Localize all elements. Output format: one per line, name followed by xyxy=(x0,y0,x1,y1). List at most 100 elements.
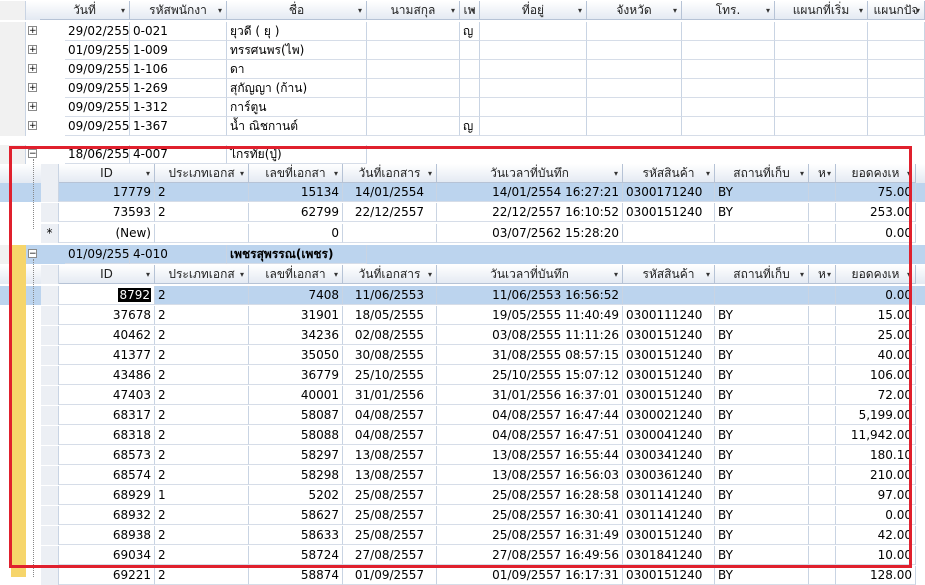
main-emp-cell[interactable]: 0-021 xyxy=(130,22,227,41)
main-name-cell[interactable]: การ์ตูน xyxy=(227,98,367,117)
main-col-header-6[interactable]: จังหวัด ▾ xyxy=(587,1,682,20)
h-cell[interactable] xyxy=(809,446,836,465)
location-cell[interactable]: BY xyxy=(715,326,809,345)
timestamp-cell[interactable]: 22/12/2557 16:10:52 xyxy=(437,203,623,222)
record-selector[interactable] xyxy=(41,546,59,565)
main-emp-cell[interactable]: 1-269 xyxy=(130,79,227,98)
dropdown-arrow-icon[interactable]: ▾ xyxy=(706,265,710,283)
main-cell[interactable] xyxy=(460,79,480,98)
doc-no-cell[interactable]: 62799 xyxy=(249,203,343,222)
sub-col-header-3[interactable]: วันที่เอกสาร ▾ xyxy=(343,164,437,183)
expand-plus-icon[interactable]: + xyxy=(28,64,37,74)
sku-cell[interactable]: 0300151240 xyxy=(623,326,715,345)
doc-date-cell[interactable]: 04/08/2557 xyxy=(343,406,437,425)
doc-type-cell[interactable]: 2 xyxy=(155,406,249,425)
record-selector[interactable] xyxy=(41,306,59,325)
main-name-cell[interactable]: ทรรศนพร(ไพ) xyxy=(227,41,367,60)
main-cell[interactable] xyxy=(868,22,925,41)
doc-date-cell[interactable]: 25/10/2555 xyxy=(343,366,437,385)
main-cell[interactable] xyxy=(480,98,587,117)
timestamp-cell[interactable]: 03/08/2555 11:11:26 xyxy=(437,326,623,345)
doc-no-cell[interactable]: 58088 xyxy=(249,426,343,445)
doc-no-cell[interactable]: 40001 xyxy=(249,386,343,405)
balance-cell[interactable]: 15.00 xyxy=(836,306,916,325)
doc-type-cell[interactable]: 2 xyxy=(155,183,249,202)
location-cell[interactable]: BY xyxy=(715,406,809,425)
doc-type-cell[interactable]: 2 xyxy=(155,426,249,445)
main-col-header-2[interactable]: ชื่อ ▾ xyxy=(227,1,367,20)
sub-col-header-8[interactable]: ยอดคงเห ▾ xyxy=(836,265,916,284)
sub-col-header-7[interactable]: ห ▾ xyxy=(809,265,836,284)
h-cell[interactable] xyxy=(809,406,836,425)
balance-cell[interactable]: 97.00 xyxy=(836,486,916,505)
main-cell[interactable] xyxy=(480,60,587,79)
timestamp-cell[interactable]: 25/08/2557 16:30:41 xyxy=(437,506,623,525)
sku-cell[interactable] xyxy=(623,224,715,243)
h-cell[interactable] xyxy=(809,486,836,505)
sub-col-header-7[interactable]: ห ▾ xyxy=(809,164,836,183)
dropdown-arrow-icon[interactable]: ▾ xyxy=(614,265,618,283)
id-cell[interactable]: 68573 xyxy=(59,446,155,465)
timestamp-cell[interactable]: 13/08/2557 16:56:03 xyxy=(437,466,623,485)
doc-date-cell[interactable]: 30/08/2555 xyxy=(343,346,437,365)
record-selector[interactable] xyxy=(41,426,59,445)
main-cell[interactable] xyxy=(587,98,682,117)
location-cell[interactable]: BY xyxy=(715,466,809,485)
main-cell[interactable] xyxy=(460,41,480,60)
h-cell[interactable] xyxy=(809,326,836,345)
sku-cell[interactable]: 0300151240 xyxy=(623,526,715,545)
dropdown-arrow-icon[interactable]: ▾ xyxy=(800,164,804,182)
dropdown-arrow-icon[interactable]: ▾ xyxy=(358,1,362,19)
h-cell[interactable] xyxy=(809,346,836,365)
main-cell[interactable] xyxy=(775,22,868,41)
location-cell[interactable]: BY xyxy=(715,346,809,365)
sub-col-header-0[interactable]: ID ▾ xyxy=(59,164,155,183)
doc-type-cell[interactable]: 2 xyxy=(155,386,249,405)
balance-cell[interactable]: 11,942.00 xyxy=(836,426,916,445)
main-cell[interactable] xyxy=(868,117,925,136)
dropdown-arrow-icon[interactable]: ▾ xyxy=(451,1,455,19)
sku-cell[interactable]: 0300151240 xyxy=(623,203,715,222)
doc-date-cell[interactable]: 11/06/2553 xyxy=(343,286,437,305)
main-cell[interactable] xyxy=(367,41,460,60)
record-selector[interactable] xyxy=(41,526,59,545)
main-cell[interactable] xyxy=(367,117,460,136)
dropdown-arrow-icon[interactable]: ▾ xyxy=(471,1,475,19)
main-cell[interactable] xyxy=(367,79,460,98)
doc-date-cell[interactable]: 31/01/2556 xyxy=(343,386,437,405)
dropdown-arrow-icon[interactable]: ▾ xyxy=(334,164,338,182)
main-cell[interactable] xyxy=(480,22,587,41)
dropdown-arrow-icon[interactable]: ▾ xyxy=(146,265,150,283)
main-cell[interactable] xyxy=(682,41,775,60)
main-cell[interactable] xyxy=(775,60,868,79)
id-cell[interactable]: (New) xyxy=(59,224,155,243)
h-cell[interactable] xyxy=(809,366,836,385)
main-cell[interactable] xyxy=(367,60,460,79)
record-selector[interactable] xyxy=(41,466,59,485)
sku-cell[interactable]: 0300041240 xyxy=(623,426,715,445)
doc-type-cell[interactable]: 2 xyxy=(155,506,249,525)
record-selector[interactable] xyxy=(41,203,59,222)
id-cell[interactable]: 43486 xyxy=(59,366,155,385)
record-selector[interactable] xyxy=(41,506,59,525)
dropdown-arrow-icon[interactable]: ▾ xyxy=(706,164,710,182)
location-cell[interactable]: BY xyxy=(715,426,809,445)
timestamp-cell[interactable]: 27/08/2557 16:49:56 xyxy=(437,546,623,565)
location-cell[interactable]: BY xyxy=(715,566,809,585)
sku-cell[interactable]: 0300341240 xyxy=(623,446,715,465)
collapse-minus-icon[interactable]: − xyxy=(28,149,37,159)
main-col-header-1[interactable]: รหัสพนักงา ▾ xyxy=(130,1,227,20)
doc-no-cell[interactable]: 58874 xyxy=(249,566,343,585)
doc-no-cell[interactable]: 58627 xyxy=(249,506,343,525)
main-name-cell[interactable]: ดา xyxy=(227,60,367,79)
h-cell[interactable] xyxy=(809,306,836,325)
doc-date-cell[interactable]: 18/05/2555 xyxy=(343,306,437,325)
main-cell[interactable] xyxy=(682,22,775,41)
id-cell[interactable]: 68574 xyxy=(59,466,155,485)
balance-cell[interactable]: 42.00 xyxy=(836,526,916,545)
record-selector[interactable] xyxy=(41,566,59,585)
doc-date-cell[interactable]: 13/08/2557 xyxy=(343,446,437,465)
balance-cell[interactable]: 210.00 xyxy=(836,466,916,485)
dropdown-arrow-icon[interactable]: ▾ xyxy=(916,1,920,19)
timestamp-cell[interactable]: 03/07/2562 15:28:20 xyxy=(437,224,623,243)
